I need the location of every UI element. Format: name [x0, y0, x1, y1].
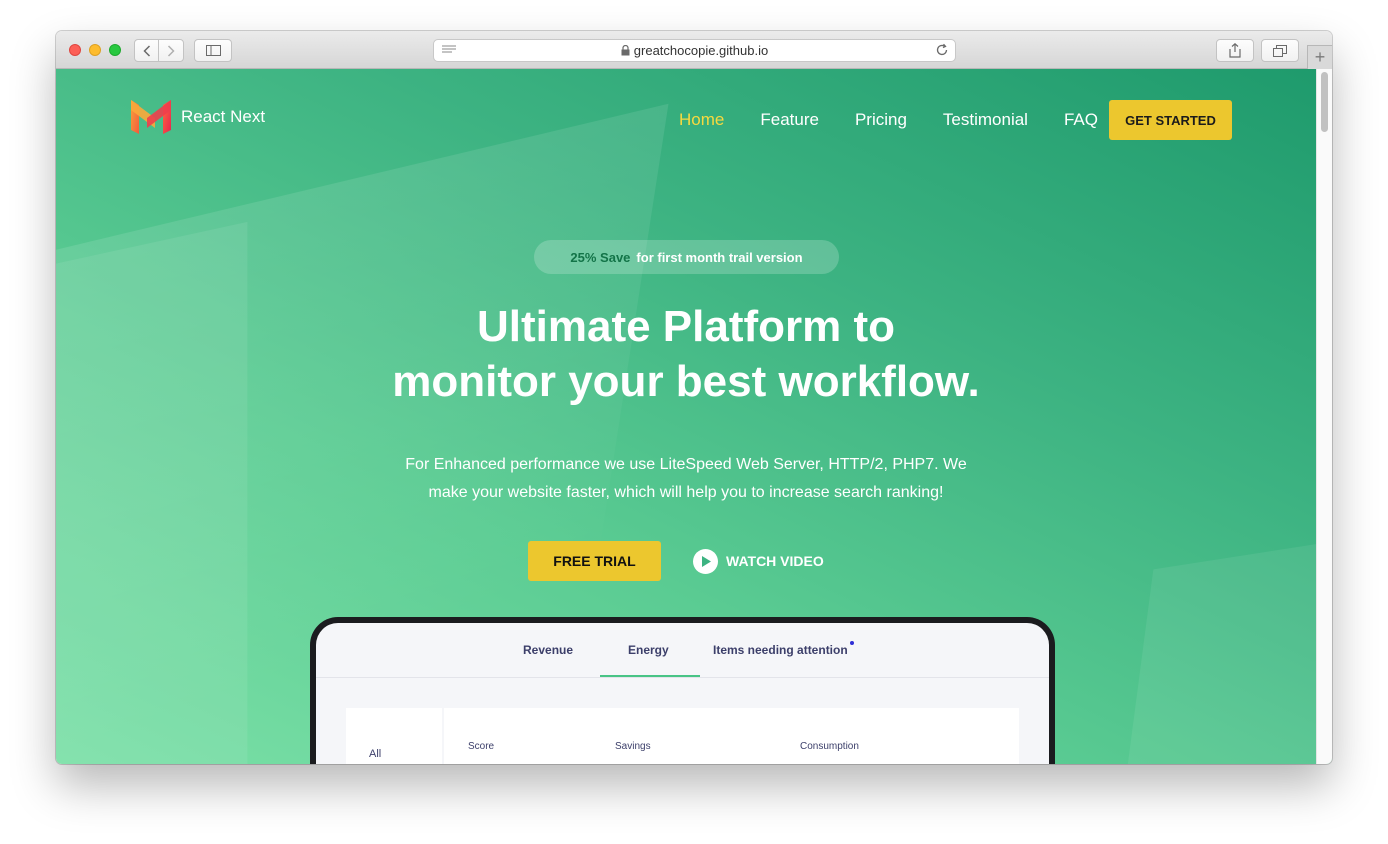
tab-items-needing-attention[interactable]: Items needing attention	[713, 643, 848, 657]
page-scrollbar[interactable]	[1316, 69, 1332, 764]
nav-item-home[interactable]: Home	[679, 110, 724, 130]
hero-description: For Enhanced performance we use LiteSpee…	[405, 456, 967, 501]
react-next-logo-icon	[131, 100, 171, 134]
chevron-right-icon	[167, 44, 175, 57]
back-button[interactable]	[134, 39, 159, 62]
share-icon	[1229, 43, 1241, 58]
tabs-icon	[1273, 44, 1287, 57]
watch-video-button[interactable]: WATCH VIDEO	[693, 548, 824, 574]
tab-revenue[interactable]: Revenue	[523, 643, 573, 657]
notification-dot	[850, 641, 854, 645]
dashboard-tabs: Revenue Energy Items needing attention	[316, 623, 1049, 678]
new-tab-button[interactable]: +	[1307, 45, 1332, 69]
forward-button[interactable]	[158, 39, 184, 62]
stat-label-savings: Savings	[615, 741, 651, 752]
dashboard-screen: Revenue Energy Items needing attention A…	[316, 623, 1049, 764]
reload-icon[interactable]	[935, 43, 949, 57]
filter-all[interactable]: All	[369, 748, 381, 760]
brand[interactable]: React Next	[131, 100, 265, 134]
browser-titlebar: greatchocopie.github.io +	[56, 31, 1332, 69]
free-trial-button[interactable]: FREE TRIAL	[528, 541, 661, 581]
minimize-window-button[interactable]	[89, 44, 101, 56]
hero-title-line: monitor your best workflow.	[392, 357, 980, 406]
watch-video-label: WATCH VIDEO	[726, 553, 824, 569]
sidebar-icon	[205, 45, 221, 56]
hero-title: Ultimate Platform to monitor your best w…	[286, 299, 1086, 409]
promo-badge-text: for first month trail version	[636, 249, 803, 265]
nav-item-testimonial[interactable]: Testimonial	[943, 110, 1028, 130]
nav-item-faq[interactable]: FAQ	[1064, 110, 1098, 130]
share-button[interactable]	[1216, 39, 1254, 62]
show-tabs-button[interactable]	[1261, 39, 1299, 62]
promo-badge-highlight: 25% Save	[570, 249, 631, 265]
chevron-left-icon	[142, 44, 150, 57]
main-nav: Home Feature Pricing Testimonial FAQ	[679, 100, 1134, 140]
stats-panel: Score Savings Consumption	[444, 708, 1019, 764]
hero-title-line: Ultimate Platform to	[476, 302, 896, 351]
scrollbar-thumb[interactable]	[1321, 72, 1328, 132]
close-window-button[interactable]	[69, 44, 81, 56]
reader-icon[interactable]	[442, 45, 456, 55]
web-page: React Next Home Feature Pricing Testimon…	[56, 69, 1332, 764]
plus-icon: +	[1314, 47, 1326, 67]
stat-label-consumption: Consumption	[800, 741, 859, 752]
nav-item-pricing[interactable]: Pricing	[855, 110, 907, 130]
browser-window: greatchocopie.github.io + React Next Hom…	[56, 31, 1332, 764]
play-icon	[693, 548, 718, 574]
sidebar-toggle-button[interactable]	[194, 39, 232, 62]
active-tab-indicator	[600, 675, 700, 677]
tab-energy[interactable]: Energy	[628, 643, 669, 657]
address-bar[interactable]: greatchocopie.github.io	[433, 39, 956, 62]
dashboard-device-mockup: Revenue Energy Items needing attention A…	[310, 617, 1055, 764]
filter-panel: All	[346, 708, 442, 764]
promo-badge: 25% Save for first month trail version	[534, 240, 839, 274]
url-text: greatchocopie.github.io	[633, 43, 769, 58]
brand-name: React Next	[181, 107, 266, 126]
zoom-window-button[interactable]	[109, 44, 121, 56]
get-started-button[interactable]: GET STARTED	[1109, 100, 1232, 140]
lock-icon	[621, 45, 630, 56]
stat-label-score: Score	[468, 741, 495, 752]
nav-item-feature[interactable]: Feature	[760, 110, 819, 130]
